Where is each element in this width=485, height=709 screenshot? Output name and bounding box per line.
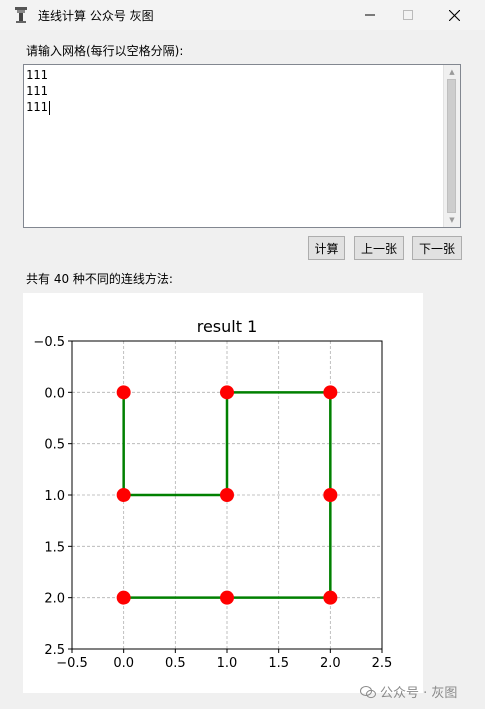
x-tick-label: 1.5 [268,656,289,671]
grid-point [116,590,131,605]
next-button[interactable]: 下一张 [412,236,462,260]
y-tick-label: 1.0 [44,489,65,504]
grid-input-label: 请输入网格(每行以空格分隔): [26,44,184,58]
grid-point [323,488,338,502]
x-tick-label: −0.5 [56,656,88,671]
y-tick-label: 0.0 [44,386,65,401]
app-window: 连线计算 公众号 灰图 请输入网格(每行以空格分隔): 111 111 111 … [0,0,485,709]
y-tick-label: 2.5 [44,643,65,658]
scroll-down-arrow-icon[interactable]: ▼ [446,215,458,225]
grid-point [220,488,234,502]
grid-input-text: 111 111 111 [26,68,50,115]
grid-point [323,590,338,605]
grid-point [323,385,338,400]
grid-point [116,385,131,400]
result-count-text: 共有 40 种不同的连线方法: [26,272,173,286]
previous-button[interactable]: 上一张 [354,236,404,260]
maximize-button[interactable] [385,0,431,30]
grid-point [220,385,234,400]
x-tick-label: 0.0 [113,656,134,671]
wechat-icon [360,685,376,698]
title-bar: 连线计算 公众号 灰图 [0,0,485,30]
watermark-text: 公众号 · 灰图 [380,686,458,701]
result-plot: −0.5 0.0 0.5 1.0 1.5 2.0 2.5 −0.5 0.0 0.5 1.0 1.5 2.… [23,293,423,693]
x-tick-label: 1.0 [217,656,238,671]
scroll-thumb[interactable] [447,79,456,213]
x-tick-label: 2.5 [372,656,393,671]
watermark: 公众号 · 灰图 [360,682,457,701]
y-tick-label: −0.5 [33,335,65,350]
scroll-up-arrow-icon[interactable]: ▲ [446,67,458,77]
app-icon [12,6,30,24]
grid-point [116,488,131,502]
text-caret [48,100,50,115]
result-chart: −0.5 0.0 0.5 1.0 1.5 2.0 2.5−0.50.00.51.01.52.… [33,317,393,671]
y-tick-label: 2.0 [44,592,65,607]
y-tick-label: 1.5 [44,540,65,555]
close-button[interactable] [431,0,477,30]
x-tick-label: 0.5 [165,656,186,671]
grid-point [220,590,234,605]
chart-title: result 1 [197,317,258,336]
window-title: 连线计算 公众号 灰图 [38,9,154,23]
x-tick-label: 2.0 [320,656,341,671]
calculate-button[interactable]: 计算 [308,236,345,260]
grid-input-textarea[interactable]: 111 111 111 ▲ ▼ [23,64,461,228]
y-tick-label: 0.5 [44,438,65,453]
textarea-scrollbar[interactable]: ▲ ▼ [443,65,460,227]
